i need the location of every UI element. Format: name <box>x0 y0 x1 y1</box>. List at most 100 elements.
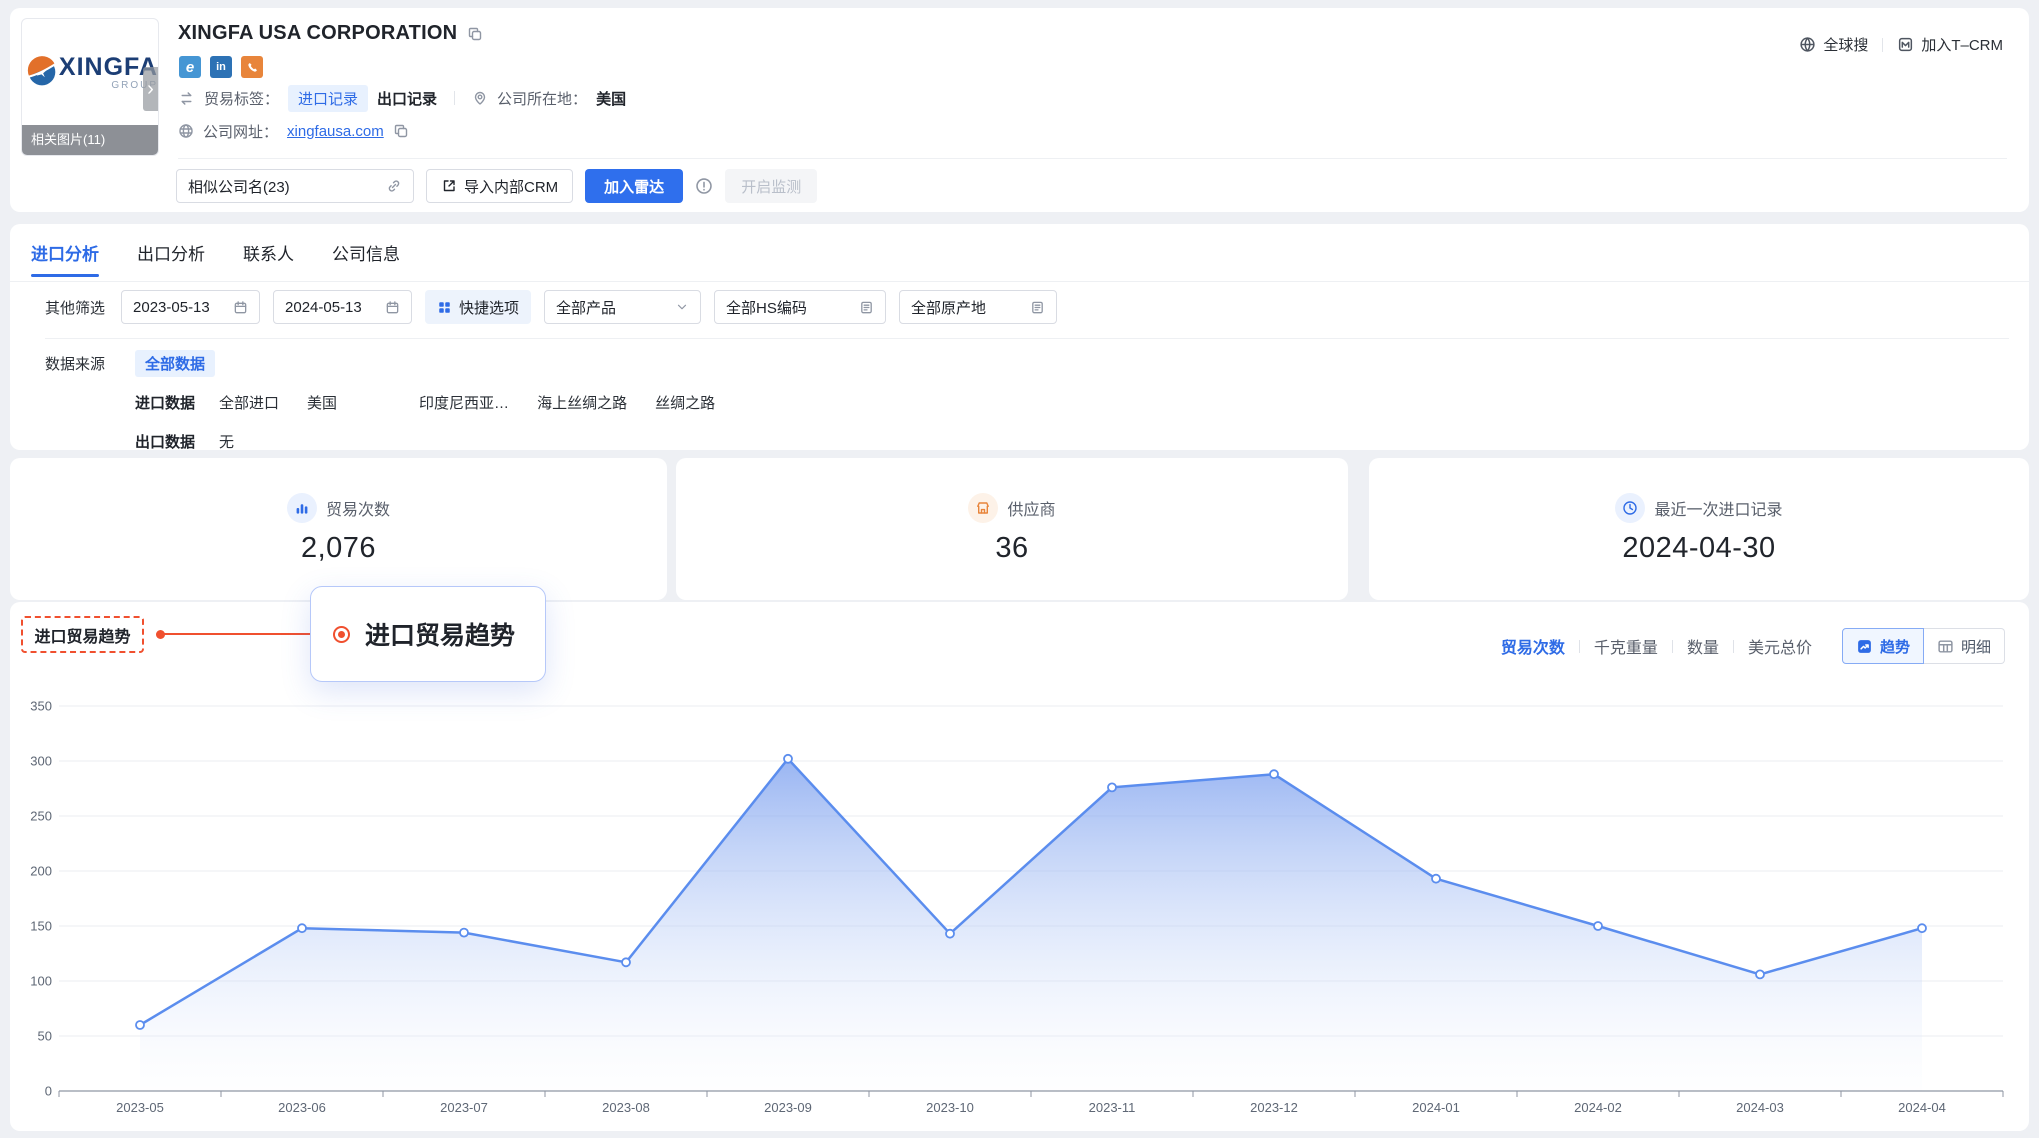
quick-options-button[interactable]: 快捷选项 <box>425 290 531 324</box>
website-link[interactable]: xingfausa.com <box>287 123 384 140</box>
svg-text:2023-10: 2023-10 <box>926 1100 974 1115</box>
trend-section-title: 进口贸易趋势 <box>21 616 144 653</box>
filter-caption: 其他筛选 <box>45 297 105 318</box>
clock-icon <box>1615 493 1645 523</box>
metric-link-2[interactable]: 数量 <box>1673 634 1733 658</box>
join-tcrm-button[interactable]: 加入T–CRM <box>1897 34 2003 55</box>
calendar-icon <box>385 300 400 315</box>
tag-import-records[interactable]: 进口记录 <box>288 85 368 112</box>
view-toggle-trend[interactable]: 趋势 <box>1842 628 1924 664</box>
svg-text:250: 250 <box>30 809 52 824</box>
add-radar-button[interactable]: 加入雷达 <box>585 169 683 203</box>
chevron-down-icon <box>675 300 689 314</box>
stat-value: 36 <box>995 532 1028 565</box>
svg-text:2023-05: 2023-05 <box>116 1100 164 1115</box>
calendar-icon <box>233 300 248 315</box>
import-source-item[interactable]: 丝绸之路 <box>655 392 715 413</box>
table-icon <box>1937 638 1954 655</box>
import-source-items: 全部进口 美国 印度尼西亚… 海上丝绸之路 丝绸之路 <box>219 392 715 413</box>
tcrm-icon <box>1897 36 1914 53</box>
trend-callout-tooltip: 进口贸易趋势 <box>310 586 546 682</box>
grid-icon <box>437 300 452 315</box>
axis-ticks <box>59 1091 2003 1097</box>
similar-companies-label: 相似公司名(23) <box>188 176 290 197</box>
logo-next-chevron-icon[interactable]: › <box>143 67 158 111</box>
metric-link-0[interactable]: 贸易次数 <box>1487 634 1579 658</box>
tab-3[interactable]: 公司信息 <box>332 240 400 277</box>
origin-select[interactable]: 全部原产地 <box>899 290 1057 324</box>
export-data-value: 无 <box>219 431 234 452</box>
stat-value: 2,076 <box>301 532 376 565</box>
bar-chart-icon <box>287 493 317 523</box>
view-toggle: 趋势明细 <box>1842 628 2005 664</box>
svg-text:2023-11: 2023-11 <box>1089 1100 1136 1115</box>
filter-divider <box>45 338 2009 339</box>
tag-export-records[interactable]: 出口记录 <box>377 88 437 109</box>
trade-trend-chart[interactable]: 050100150200250300350 2023-052023-062023… <box>30 701 2009 1131</box>
date-from-input[interactable]: 2023-05-13 <box>121 290 260 324</box>
divider <box>1882 38 1883 52</box>
metric-link-3[interactable]: 美元总价 <box>1734 634 1826 658</box>
website-badge-icon[interactable]: e <box>179 56 201 78</box>
location-value: 美国 <box>596 88 626 109</box>
global-search-button[interactable]: 全球搜 <box>1799 34 1868 55</box>
company-header-card: XINGFA GROUP 相关图片(11) › XINGFA USA CORPO… <box>10 8 2029 212</box>
location-pin-icon <box>472 90 488 106</box>
import-source-item[interactable]: 海上丝绸之路 <box>537 392 627 413</box>
x-axis-labels: 2023-05 2023-06 2023-07 2023-08 2023-09 2023-… <box>116 1100 1946 1115</box>
link-icon <box>386 178 402 194</box>
svg-text:50: 50 <box>38 1029 52 1044</box>
callout-ring-icon <box>333 626 350 643</box>
phone-icon[interactable] <box>241 56 263 78</box>
copy-website-icon[interactable] <box>393 123 409 139</box>
import-source-item[interactable]: 全部进口 <box>219 392 279 413</box>
stat-label: 供应商 <box>1007 496 1055 520</box>
data-source-caption: 数据来源 <box>45 353 135 374</box>
stat-label: 最近一次进口记录 <box>1654 496 1782 520</box>
doc-icon <box>859 300 874 315</box>
tab-0[interactable]: 进口分析 <box>31 240 99 277</box>
hs-code-select[interactable]: 全部HS编码 <box>714 290 886 324</box>
callout-text: 进口贸易趋势 <box>365 616 515 652</box>
svg-text:2024-02: 2024-02 <box>1574 1100 1622 1115</box>
import-source-item[interactable]: 印度尼西亚… <box>419 392 509 413</box>
related-images-label[interactable]: 相关图片(11) <box>22 125 158 155</box>
svg-text:2024-03: 2024-03 <box>1736 1100 1784 1115</box>
tab-1[interactable]: 出口分析 <box>137 240 205 277</box>
divider <box>454 91 455 105</box>
trade-tags-icon <box>178 90 195 107</box>
globe-icon <box>178 123 194 139</box>
area-fill <box>140 759 1922 1091</box>
tabs-divider <box>10 281 2029 282</box>
view-toggle-table[interactable]: 明细 <box>1924 628 2005 664</box>
svg-text:2023-12: 2023-12 <box>1250 1100 1298 1115</box>
linkedin-icon[interactable]: in <box>210 56 232 78</box>
svg-text:100: 100 <box>30 974 52 989</box>
export-data-caption: 出口数据 <box>135 431 195 452</box>
product-select[interactable]: 全部产品 <box>544 290 701 324</box>
xingfa-logo-icon <box>27 37 57 107</box>
similar-companies-input[interactable]: 相似公司名(23) <box>176 169 414 203</box>
copy-company-name-icon[interactable] <box>467 26 483 42</box>
svg-text:2023-06: 2023-06 <box>278 1100 326 1115</box>
svg-text:0: 0 <box>45 1084 52 1099</box>
stat-card-supplier: 供应商 36 <box>676 458 1348 600</box>
metric-link-1[interactable]: 千克重量 <box>1580 634 1672 658</box>
svg-text:2024-04: 2024-04 <box>1898 1100 1946 1115</box>
svg-text:2023-07: 2023-07 <box>440 1100 488 1115</box>
tab-2[interactable]: 联系人 <box>243 240 294 277</box>
chart-controls: 贸易次数千克重量数量美元总价趋势明细 <box>1487 628 2005 664</box>
date-to-input[interactable]: 2024-05-13 <box>273 290 412 324</box>
header-divider <box>178 158 2007 159</box>
company-logo[interactable]: XINGFA GROUP 相关图片(11) › <box>21 18 159 156</box>
start-monitor-button[interactable]: 开启监测 <box>725 169 817 203</box>
import-source-item[interactable]: 美国 <box>307 392 337 413</box>
company-name: XINGFA USA CORPORATION <box>178 22 457 45</box>
trade-tags-caption: 贸易标签： <box>204 88 279 109</box>
info-icon[interactable] <box>695 177 713 195</box>
import-crm-button[interactable]: 导入内部CRM <box>426 169 573 203</box>
svg-text:2023-09: 2023-09 <box>764 1100 812 1115</box>
svg-text:2023-08: 2023-08 <box>602 1100 650 1115</box>
all-data-chip[interactable]: 全部数据 <box>135 350 215 377</box>
svg-text:2024-01: 2024-01 <box>1412 1100 1460 1115</box>
